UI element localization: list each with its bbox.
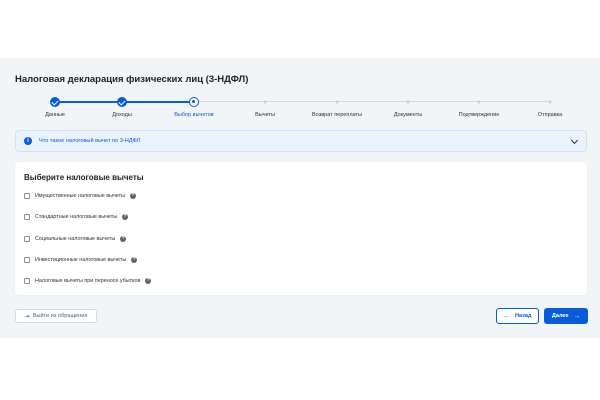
step-pending-dot-icon (263, 100, 267, 104)
step-label: Подтверждение (458, 112, 500, 118)
step-income[interactable]: Доходы (82, 92, 162, 118)
step-done-check-icon (50, 97, 60, 107)
step-refund: Возврат переплаты (297, 92, 377, 118)
info-accordion-title: Что такое налоговый вычет по 3-НДФЛ (39, 138, 141, 144)
step-current-icon (189, 97, 199, 107)
step-label: Возврат переплаты (312, 112, 362, 118)
help-icon[interactable]: ? (122, 214, 129, 220)
exit-button-label: Выйти из обращения (32, 313, 88, 319)
arrow-right-icon: → (573, 312, 581, 320)
option-label: Имущественные налоговые вычеты (35, 193, 125, 199)
back-button[interactable]: ← Назад (496, 308, 539, 324)
step-done-check-icon (117, 97, 127, 107)
step-label: Документы (393, 112, 423, 118)
progress-stepper: Данные Доходы Выбор вычетов Вычеты Возвр… (0, 92, 600, 122)
option-loss-carryover-deduction[interactable]: Налоговые вычеты при переносе убытков ? (24, 276, 152, 286)
option-label: Стандартные налоговые вычеты (35, 214, 118, 220)
option-investment-deduction[interactable]: Инвестиционные налоговые вычеты ? (24, 255, 138, 265)
exit-request-button[interactable]: ⇥ Выйти из обращения (15, 309, 97, 323)
option-standard-deduction[interactable]: Стандартные налоговые вычеты ? (24, 212, 129, 222)
help-icon[interactable]: ? (131, 257, 138, 263)
checkbox[interactable] (24, 193, 30, 199)
step-label: Отправка (537, 112, 563, 118)
help-icon[interactable]: ? (120, 236, 127, 242)
option-label: Социальные налоговые вычеты (35, 236, 116, 242)
step-deductions: Вычеты (225, 92, 305, 118)
page-title: Налоговая декларация физических лиц (3-Н… (15, 74, 249, 85)
step-label: Вычеты (255, 112, 275, 118)
option-label: Налоговые вычеты при переносе убытков (35, 278, 141, 284)
info-accordion[interactable]: i Что такое налоговый вычет по 3-НДФЛ (15, 130, 587, 152)
checkbox[interactable] (24, 257, 30, 263)
step-pending-dot-icon (406, 100, 410, 104)
step-label: Выбор вычетов (174, 112, 214, 118)
next-button[interactable]: Далее → (544, 308, 588, 324)
step-pending-dot-icon (477, 100, 481, 104)
step-label: Доходы (112, 112, 132, 118)
help-icon[interactable]: ? (129, 193, 136, 199)
help-icon[interactable]: ? (145, 278, 152, 284)
exit-icon: ⇥ (24, 313, 30, 320)
step-pending-dot-icon (335, 100, 339, 104)
arrow-left-icon: ← (503, 312, 510, 320)
chevron-down-icon (570, 136, 579, 145)
step-choose-deductions[interactable]: Выбор вычетов (154, 92, 234, 118)
option-property-deduction[interactable]: Имущественные налоговые вычеты ? (24, 191, 136, 201)
checkbox[interactable] (24, 214, 30, 220)
step-send: Отправка (510, 92, 590, 118)
option-social-deduction[interactable]: Социальные налоговые вычеты ? (24, 234, 127, 244)
checkbox[interactable] (24, 278, 30, 284)
step-confirmation: Подтверждение (439, 92, 519, 118)
step-pending-dot-icon (548, 100, 552, 104)
section-title: Выберите налоговые вычеты (24, 173, 144, 182)
back-button-label: Назад (514, 313, 532, 319)
option-label: Инвестиционные налоговые вычеты (35, 257, 127, 263)
deductions-card: Выберите налоговые вычеты Имущественные … (15, 162, 587, 295)
step-documents: Документы (368, 92, 448, 118)
info-icon: i (24, 137, 32, 145)
checkbox[interactable] (24, 236, 30, 242)
next-button-label: Далее (551, 313, 569, 319)
